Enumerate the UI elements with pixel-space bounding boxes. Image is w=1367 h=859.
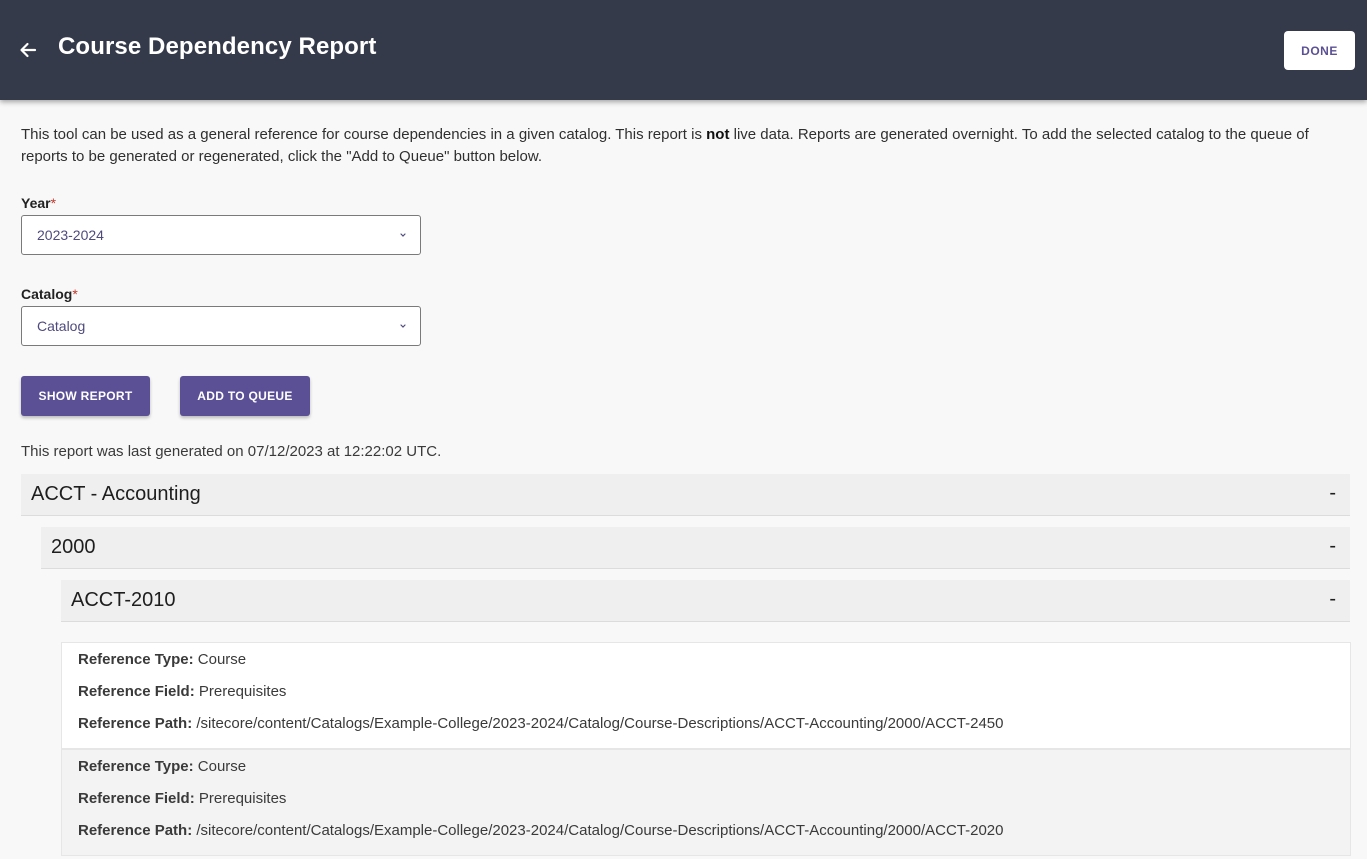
catalog-select[interactable]: Catalog [21,306,421,346]
app-header: Course Dependency Report DONE [0,0,1367,100]
list-item: Reference Type: Course Reference Field: … [61,642,1351,749]
reference-path-label: Reference Path: [78,822,193,839]
reference-type-value: Course [197,651,247,668]
page-title: Course Dependency Report [58,33,377,60]
reference-field-value: Prerequisites [198,683,287,700]
show-report-button[interactable]: SHOW REPORT [21,376,150,416]
accordion-department[interactable]: ACCT - Accounting - [21,474,1350,516]
reference-type: Reference Type: Course [78,758,246,775]
intro-text-before: This tool can be used as a general refer… [21,126,707,143]
reference-field: Reference Field: Prerequisites [78,683,286,700]
department-title: ACCT - Accounting [31,483,201,505]
required-mark: * [72,286,78,302]
level-title: 2000 [51,536,96,558]
year-select[interactable]: 2023-2024 [21,215,421,255]
reference-path: Reference Path: /sitecore/content/Catalo… [78,822,1003,839]
year-label-text: Year [21,195,51,211]
reference-type-label: Reference Type: [78,758,194,775]
arrow-left-icon [20,42,37,58]
add-to-queue-button[interactable]: ADD TO QUEUE [180,376,310,416]
reference-path-value: /sitecore/content/Catalogs/Example-Colle… [196,715,1004,732]
chevron-down-icon [400,233,406,237]
reference-type-label: Reference Type: [78,651,194,668]
intro-text: This tool can be used as a general refer… [21,124,1346,168]
reference-type: Reference Type: Course [78,651,246,668]
reference-field-value: Prerequisites [198,790,287,807]
intro-text-bold: not [706,126,730,143]
list-item: Reference Type: Course Reference Field: … [61,749,1351,856]
catalog-select-value: Catalog [37,318,86,334]
reference-field-label: Reference Field: [78,683,195,700]
accordion-course[interactable]: ACCT-2010 - [61,580,1350,622]
reference-path: Reference Path: /sitecore/content/Catalo… [78,715,1003,732]
catalog-label: Catalog* [21,286,78,302]
back-button[interactable] [14,36,42,64]
collapse-toggle[interactable]: - [1329,588,1336,611]
collapse-toggle[interactable]: - [1329,482,1336,505]
collapse-toggle[interactable]: - [1329,535,1336,558]
last-generated-text: This report was last generated on 07/12/… [21,443,442,460]
reference-type-value: Course [197,758,247,775]
reference-field: Reference Field: Prerequisites [78,790,286,807]
chevron-down-icon [400,324,406,328]
reference-path-value: /sitecore/content/Catalogs/Example-Colle… [196,822,1004,839]
reference-field-label: Reference Field: [78,790,195,807]
course-title: ACCT-2010 [71,589,176,611]
year-label: Year* [21,195,56,211]
reference-path-label: Reference Path: [78,715,193,732]
done-button[interactable]: DONE [1284,31,1355,70]
accordion-level[interactable]: 2000 - [41,527,1350,569]
required-mark: * [50,195,57,211]
year-select-value: 2023-2024 [37,227,104,243]
catalog-label-text: Catalog [21,286,73,302]
